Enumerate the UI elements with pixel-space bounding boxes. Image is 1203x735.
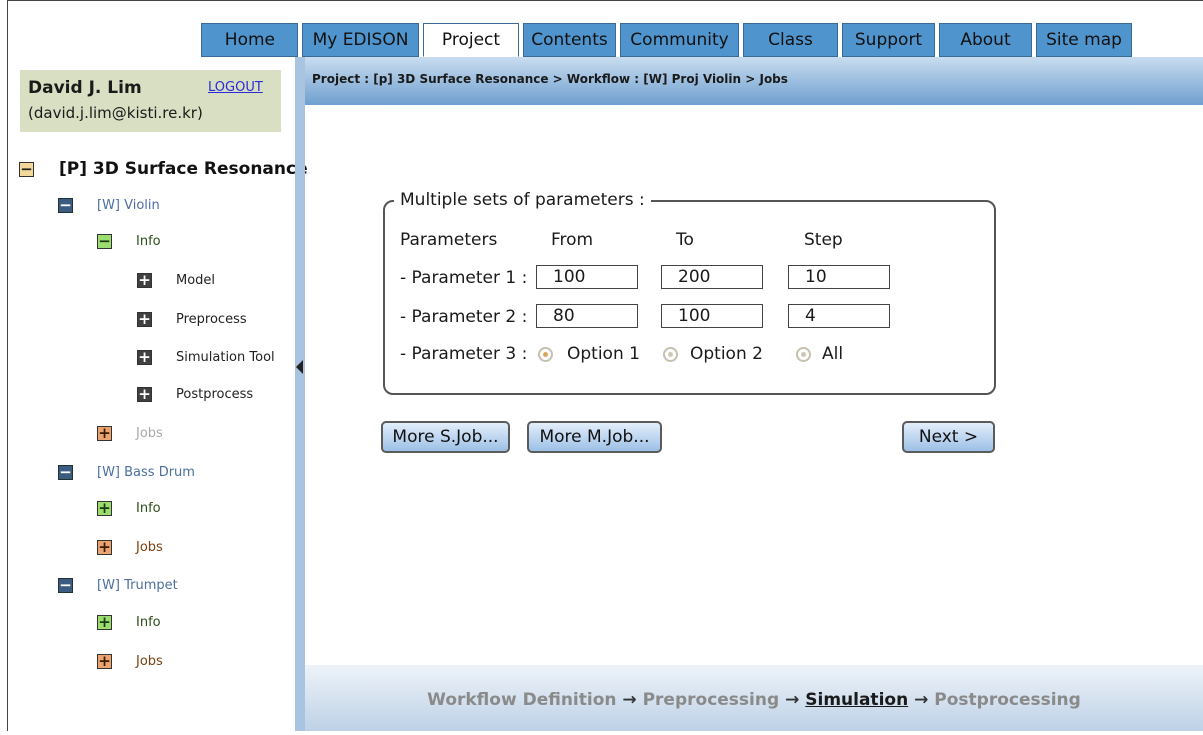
tab-class[interactable]: Class — [743, 23, 838, 57]
tree-item-violin-jobs[interactable]: + Jobs — [97, 426, 163, 441]
tab-community[interactable]: Community — [620, 23, 739, 57]
parameter-3-label: - Parameter 3 : — [400, 344, 528, 364]
tree-label-trumpet: [W] Trumpet — [97, 578, 178, 593]
tree-label-postprocess: Postprocess — [176, 387, 254, 402]
parameter-sets-legend: Multiple sets of parameters : — [394, 190, 651, 210]
arrow-right-icon: → — [622, 690, 637, 710]
all-label: All — [822, 344, 844, 364]
collapse-icon[interactable]: − — [58, 465, 73, 480]
tree-item-postprocess[interactable]: + Postprocess — [137, 387, 253, 402]
option-2-label: Option 2 — [690, 344, 763, 364]
more-s-job-button[interactable]: More S.Job... — [381, 421, 510, 453]
tree-item-violin[interactable]: − [W] Violin — [58, 198, 160, 213]
tab-support[interactable]: Support — [842, 23, 935, 57]
tree-label-info: Info — [136, 234, 161, 249]
tree-item-trumpet-info[interactable]: + Info — [97, 615, 161, 630]
tree-label-info: Info — [136, 501, 161, 516]
expand-icon[interactable]: + — [137, 350, 152, 365]
tree-item-bass-drum-jobs[interactable]: + Jobs — [97, 540, 163, 555]
collapse-icon[interactable]: − — [97, 234, 112, 249]
tree-item-bass-drum-info[interactable]: + Info — [97, 501, 161, 516]
expand-icon[interactable]: + — [137, 273, 152, 288]
tree-label-model: Model — [176, 273, 216, 288]
tab-contents[interactable]: Contents — [523, 23, 616, 57]
logout-link[interactable]: LOGOUT — [208, 80, 263, 95]
more-m-job-button[interactable]: More M.Job... — [527, 421, 662, 453]
arrow-right-icon: → — [785, 690, 800, 710]
parameter-2-from-input[interactable]: 80 — [536, 304, 638, 328]
tree-item-simulation-tool[interactable]: + Simulation Tool — [137, 350, 275, 365]
breadcrumb-text: Project : [p] 3D Surface Resonance > Wor… — [312, 72, 788, 86]
option-2-radio[interactable] — [663, 347, 678, 362]
expand-icon[interactable]: + — [97, 501, 112, 516]
tree-label-simulation-tool: Simulation Tool — [176, 350, 275, 365]
expand-icon[interactable]: + — [97, 654, 112, 669]
arrow-right-icon: → — [914, 690, 929, 710]
tree-item-bass-drum[interactable]: − [W] Bass Drum — [58, 465, 195, 480]
tab-home[interactable]: Home — [201, 23, 298, 57]
step-workflow-definition[interactable]: Workflow Definition — [427, 690, 616, 710]
parameter-1-to-input[interactable]: 200 — [661, 265, 763, 289]
tab-my-edison[interactable]: My EDISON — [302, 23, 419, 57]
tree-item-trumpet-jobs[interactable]: + Jobs — [97, 654, 163, 669]
parameter-2-step-input[interactable]: 4 — [788, 304, 890, 328]
parameter-1-step-input[interactable]: 10 — [788, 265, 890, 289]
tree-label-jobs: Jobs — [136, 540, 163, 555]
tree-label-bass-drum: [W] Bass Drum — [97, 465, 195, 480]
tree-label-jobs: Jobs — [136, 654, 163, 669]
parameter-2-label: - Parameter 2 : — [400, 307, 528, 327]
tree-label-jobs: Jobs — [136, 426, 163, 441]
tree-label-root: [P] 3D Surface Resonance — [59, 159, 308, 179]
step-preprocessing[interactable]: Preprocessing — [643, 690, 780, 710]
panel-splitter[interactable] — [295, 57, 305, 731]
collapse-icon[interactable]: − — [58, 578, 73, 593]
tree-item-violin-info[interactable]: − Info — [97, 234, 161, 249]
workflow-steps: Workflow Definition → Preprocessing → Si… — [305, 665, 1203, 731]
expand-icon[interactable]: + — [137, 387, 152, 402]
tab-site-map[interactable]: Site map — [1036, 23, 1132, 57]
user-box: David J. Lim (david.j.lim@kisti.re.kr) L… — [20, 70, 281, 132]
parameter-1-label: - Parameter 1 : — [400, 268, 528, 288]
col-header-from: From — [551, 230, 594, 250]
tree-item-model[interactable]: + Model — [137, 273, 215, 288]
option-1-label: Option 1 — [567, 344, 640, 364]
tab-about[interactable]: About — [939, 23, 1032, 57]
tree-label-info: Info — [136, 615, 161, 630]
expand-icon[interactable]: + — [97, 426, 112, 441]
parameter-1-from-input[interactable]: 100 — [536, 265, 638, 289]
expand-icon[interactable]: + — [97, 615, 112, 630]
parameter-2-to-input[interactable]: 100 — [661, 304, 763, 328]
tree-item-root[interactable]: − [P] 3D Surface Resonance — [19, 159, 308, 179]
col-header-step: Step — [804, 230, 843, 250]
step-postprocessing[interactable]: Postprocessing — [934, 690, 1081, 710]
tree-item-trumpet[interactable]: − [W] Trumpet — [58, 578, 178, 593]
next-button[interactable]: Next > — [902, 421, 995, 453]
tab-project[interactable]: Project — [423, 23, 519, 57]
tree-label-violin: [W] Violin — [97, 198, 160, 213]
step-simulation[interactable]: Simulation — [805, 690, 908, 710]
tree-label-preprocess: Preprocess — [176, 312, 247, 327]
col-header-parameters: Parameters — [400, 230, 498, 250]
collapse-icon[interactable]: − — [19, 161, 34, 177]
option-1-radio[interactable] — [538, 347, 553, 362]
breadcrumb: Project : [p] 3D Surface Resonance > Wor… — [305, 57, 1203, 105]
user-name: David J. Lim — [28, 78, 142, 98]
collapse-panel-icon[interactable] — [296, 360, 303, 374]
expand-icon[interactable]: + — [137, 312, 152, 327]
collapse-icon[interactable]: − — [58, 198, 73, 213]
col-header-to: To — [676, 230, 694, 250]
user-email: (david.j.lim@kisti.re.kr) — [28, 104, 203, 122]
tree-item-preprocess[interactable]: + Preprocess — [137, 312, 247, 327]
expand-icon[interactable]: + — [97, 540, 112, 555]
all-radio[interactable] — [796, 347, 811, 362]
